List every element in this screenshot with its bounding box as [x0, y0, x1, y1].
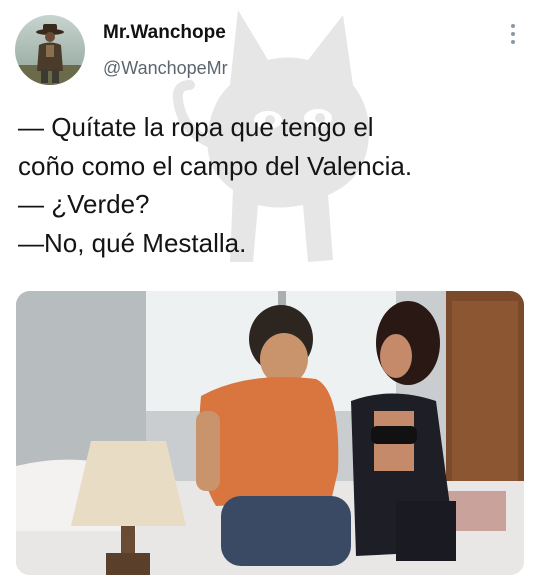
- avatar[interactable]: [15, 15, 85, 85]
- tweet-text: — Quítate la ropa que tengo el coño como…: [18, 108, 528, 262]
- tweet-line: — Quítate la ropa que tengo el: [18, 112, 374, 142]
- tweet-photo[interactable]: [16, 291, 524, 575]
- more-options-icon[interactable]: [505, 22, 521, 46]
- photo-couple-on-bed-icon: [16, 291, 524, 575]
- tweet-card: Mr.Wanchope @WanchopeMr — Quítate la rop…: [0, 0, 540, 586]
- author-handle[interactable]: @WanchopeMr: [103, 58, 228, 79]
- author-display-name[interactable]: Mr.Wanchope: [103, 22, 226, 44]
- cowboy-avatar-icon: [15, 15, 85, 85]
- tweet-line: — ¿Verde?: [18, 189, 150, 219]
- tweet-line: —No, qué Mestalla.: [18, 227, 247, 258]
- tweet-line: coño como el campo del Valencia.: [18, 150, 413, 181]
